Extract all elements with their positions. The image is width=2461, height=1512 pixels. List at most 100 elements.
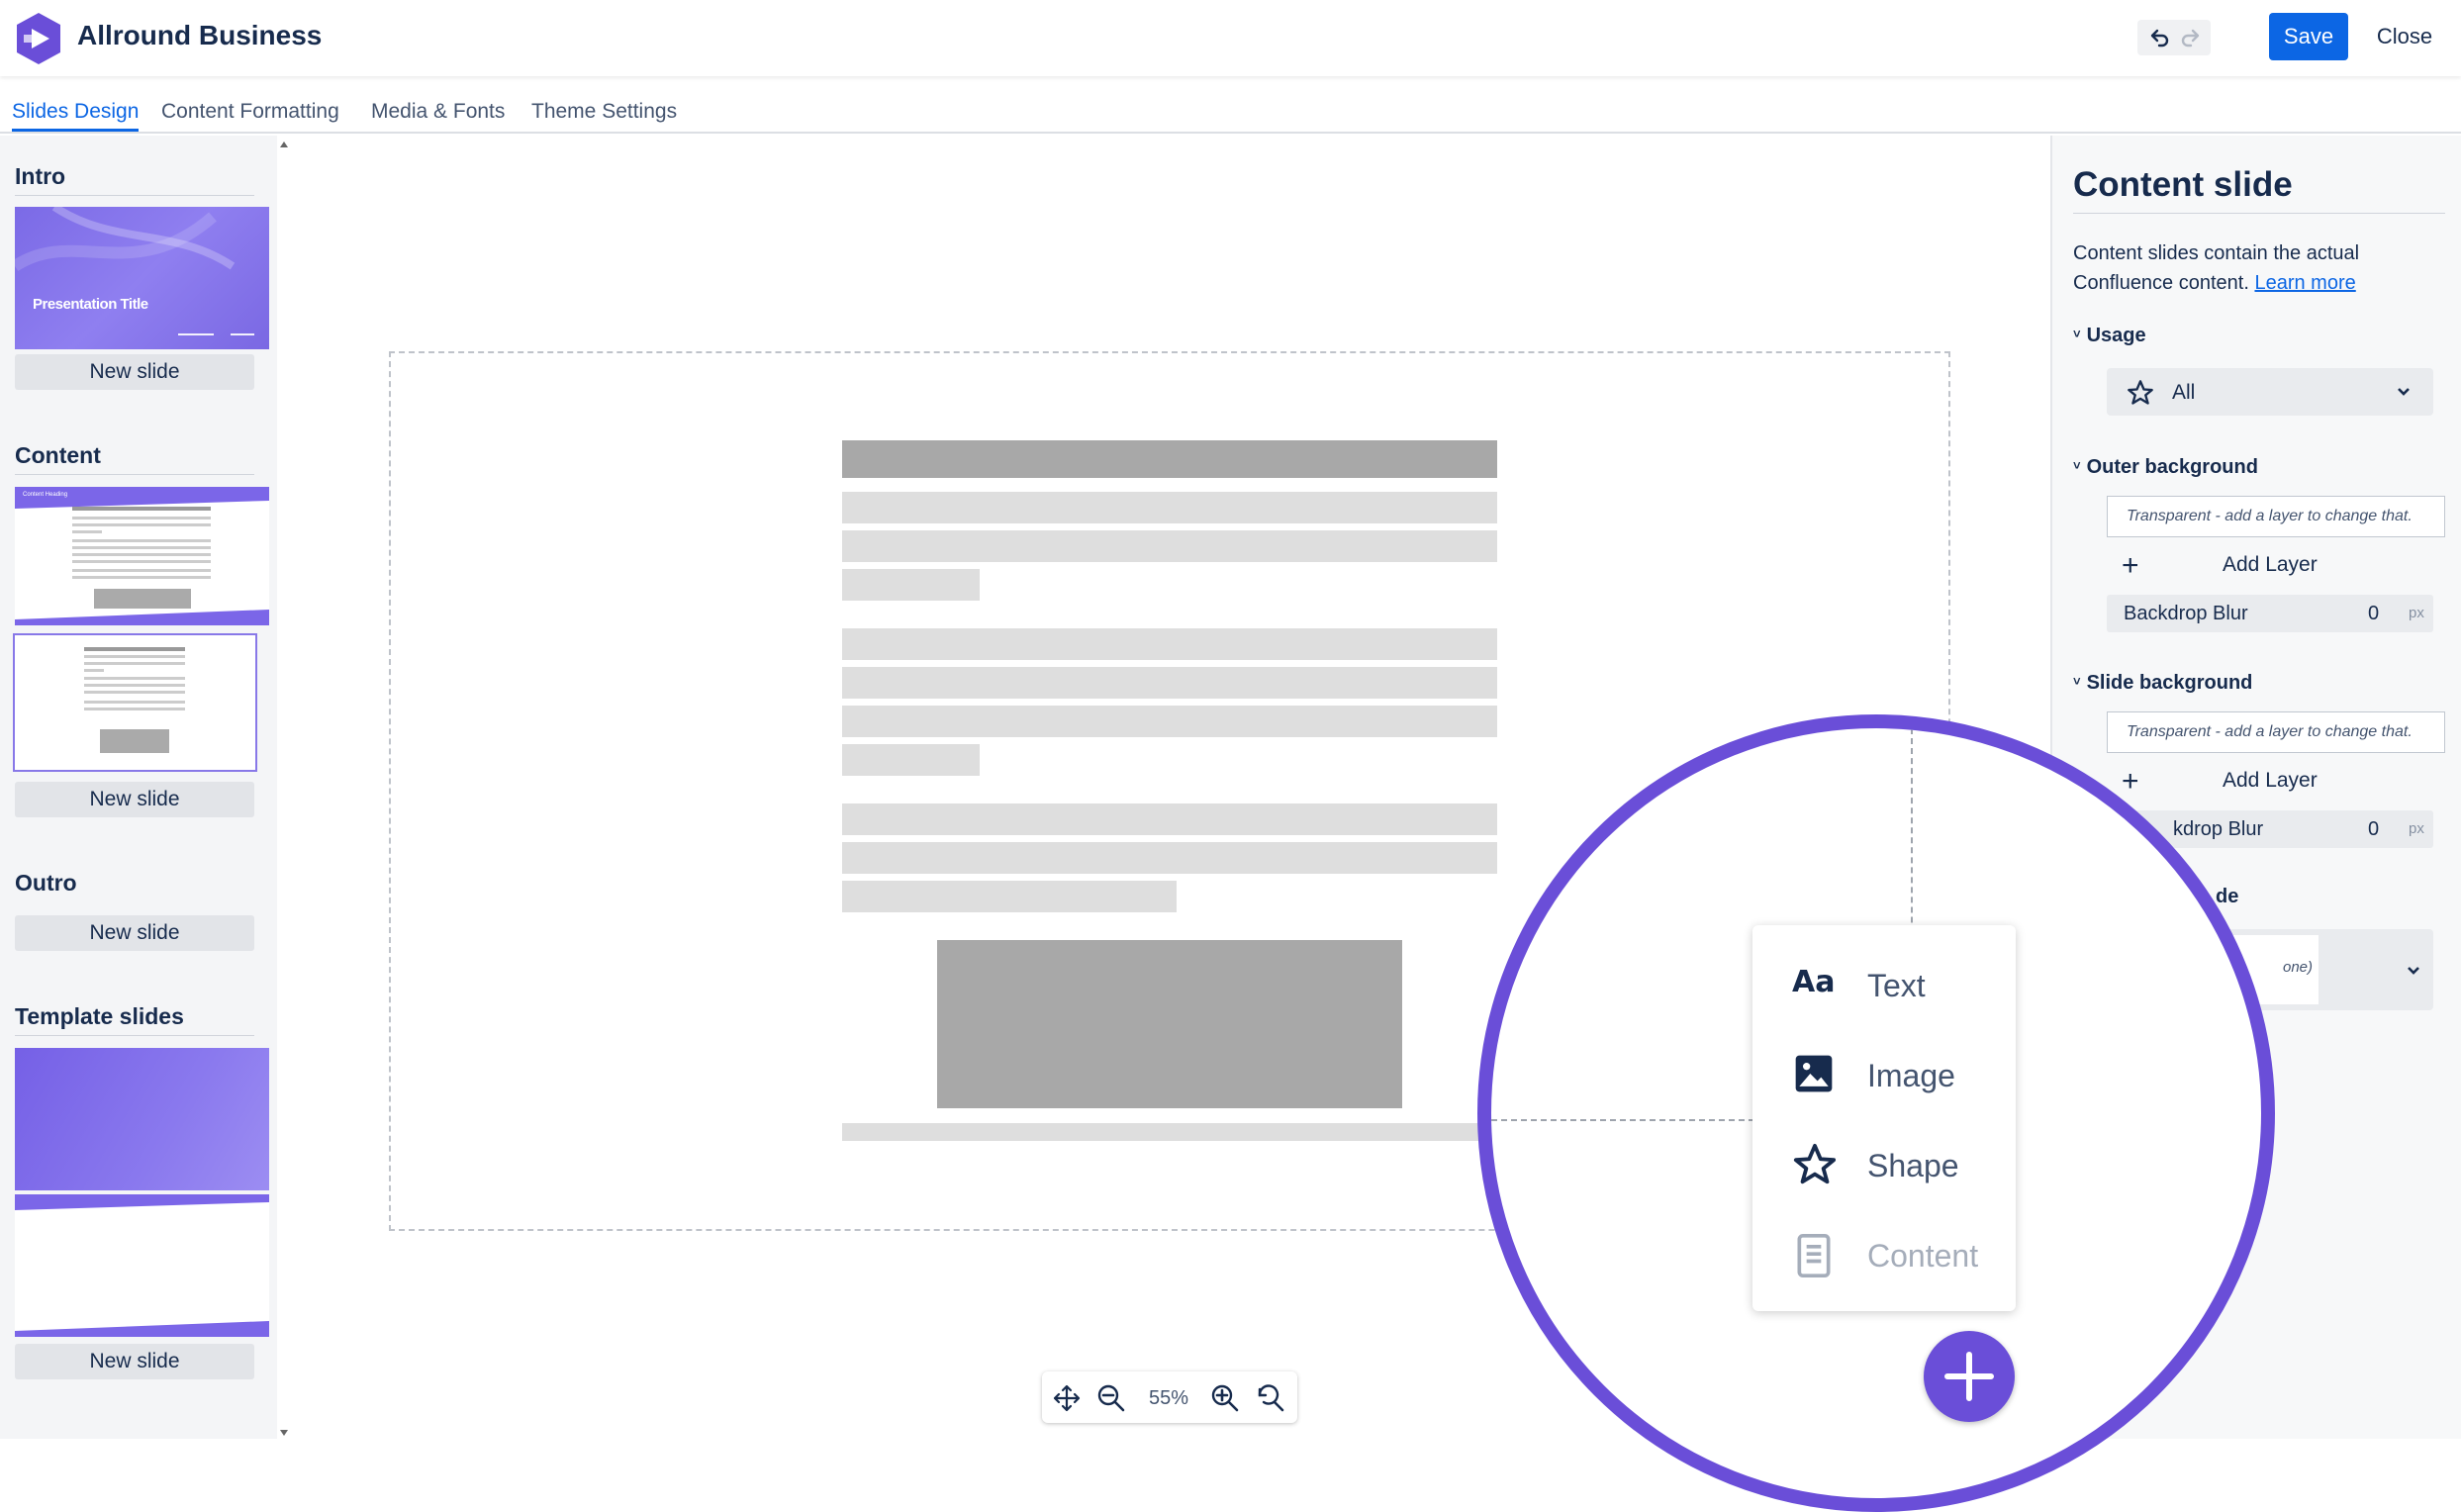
placeholder-image [937, 940, 1402, 1108]
section-header-slide-background[interactable]: ˅ Slide background [2073, 672, 2252, 695]
thumb-decoration [15, 207, 254, 335]
menu-item-shape[interactable]: Shape [1792, 1130, 2010, 1199]
usage-value: All [2172, 381, 2196, 404]
add-layer-label: Add Layer [2223, 769, 2318, 792]
section-header-outer-background[interactable]: ˅ Outer background [2073, 456, 2258, 479]
menu-item-text[interactable]: Aa Text [1792, 950, 2010, 1019]
tab-content-formatting[interactable]: Content Formatting [161, 100, 339, 124]
new-slide-button-intro[interactable]: New slide [15, 354, 254, 390]
section-header-usage[interactable]: ˅ Usage [2073, 325, 2146, 347]
template-thumbnail-banded[interactable] [15, 1194, 269, 1337]
zoom-level: 55% [1149, 1387, 1189, 1409]
panel-title: Content slide [2073, 165, 2293, 204]
save-button[interactable]: Save [2269, 13, 2348, 60]
scroll-up-icon[interactable] [278, 140, 290, 149]
placeholder-text-line [842, 706, 1497, 737]
section-title-intro: Intro [15, 163, 66, 189]
panel-divider [2073, 213, 2445, 214]
learn-more-link[interactable]: Learn more [2254, 272, 2355, 294]
document-icon [1797, 1234, 1831, 1277]
section-title-partial: de [2216, 886, 2239, 907]
slide-background-note: Transparent - add a layer to change that… [2107, 711, 2445, 753]
placeholder-text-line [842, 569, 980, 601]
placeholder-text-line [842, 744, 980, 776]
pan-move-icon[interactable] [1052, 1383, 1082, 1413]
panel-description: Content slides contain the actual Conflu… [2073, 238, 2449, 298]
outer-background-note: Transparent - add a layer to change that… [2107, 496, 2445, 537]
thumb-heading: Content Heading [23, 492, 68, 498]
blur-value[interactable]: 0 [2368, 818, 2379, 841]
placeholder-text-line [842, 842, 1497, 874]
blur-label: Backdrop Blur [2124, 603, 2248, 624]
blur-value[interactable]: 0 [2368, 603, 2379, 625]
thumb-layout [84, 647, 185, 753]
section-title: Usage [2086, 325, 2146, 346]
backdrop-blur-field-outer[interactable]: Backdrop Blur 0 px [2107, 595, 2433, 632]
plus-icon: + [2122, 765, 2139, 798]
thumb-title: Presentation Title [33, 296, 148, 313]
undo-icon[interactable] [2147, 27, 2171, 48]
zoom-reset-icon[interactable] [1256, 1383, 1285, 1413]
usage-select[interactable]: All [2107, 368, 2433, 416]
zoom-in-icon[interactable] [1210, 1383, 1240, 1413]
chevron-down-icon: ˅ [2073, 327, 2081, 341]
thumb-layout [15, 487, 269, 625]
add-element-button[interactable] [1924, 1331, 2015, 1422]
thumb-layout [15, 1194, 269, 1337]
menu-item-label: Text [1867, 968, 1926, 1003]
app-title: Allround Business [77, 20, 323, 50]
svg-text:Aa: Aa [1792, 965, 1835, 999]
placeholder-caption [842, 1123, 1497, 1141]
sidebar-scrollbar[interactable] [278, 136, 290, 1439]
section-divider [15, 1035, 254, 1036]
chevron-down-icon: ˅ [2073, 674, 2081, 689]
placeholder-text-line [842, 881, 1177, 912]
chevron-down-icon: ˅ [2073, 458, 2081, 473]
add-layer-label: Add Layer [2223, 553, 2318, 576]
chevron-down-icon [2398, 388, 2410, 396]
scroll-down-icon[interactable] [278, 1428, 290, 1438]
slide-thumbnail-content-2[interactable] [13, 633, 257, 772]
slide-thumbnail-intro[interactable]: Presentation Title [15, 207, 269, 349]
template-thumbnail-gradient[interactable] [15, 1048, 269, 1190]
blur-label: kdrop Blur [2173, 818, 2264, 840]
close-button[interactable]: Close [2365, 13, 2444, 60]
zoom-toolbar: 55% [1042, 1371, 1297, 1423]
undo-redo-group [2137, 20, 2211, 55]
menu-item-label: Shape [1867, 1148, 1959, 1183]
text-aa-icon: Aa [1792, 965, 1835, 999]
placeholder-text-line [842, 530, 1497, 562]
app-header: Allround Business Save Close [0, 0, 2461, 76]
new-slide-button-template[interactable]: New slide [15, 1344, 254, 1379]
slides-sidebar: Intro Presentation Title New slide Conte… [0, 136, 277, 1439]
menu-item-image[interactable]: Image [1792, 1040, 2010, 1109]
tab-bar: Slides Design Content Formatting Media &… [0, 76, 2461, 134]
star-icon [2128, 380, 2153, 405]
redo-icon[interactable] [2179, 27, 2203, 48]
tab-media-fonts[interactable]: Media & Fonts [371, 100, 505, 124]
tab-slides-design[interactable]: Slides Design [12, 100, 139, 124]
insert-element-menu: Aa Text Image Shape Content [1752, 925, 2016, 1311]
tab-theme-settings[interactable]: Theme Settings [531, 100, 677, 124]
new-slide-button-content[interactable]: New slide [15, 782, 254, 817]
section-title-template-slides: Template slides [15, 1003, 184, 1029]
section-title: Slide background [2086, 672, 2253, 694]
section-divider [15, 474, 254, 475]
app-logo-icon [17, 13, 60, 64]
image-icon [1795, 1055, 1833, 1092]
slide-thumbnail-content-1[interactable]: Content Heading [15, 487, 269, 625]
section-title-content: Content [15, 442, 101, 468]
zoom-out-icon[interactable] [1096, 1383, 1126, 1413]
new-slide-button-outro[interactable]: New slide [15, 915, 254, 951]
placeholder-heading [842, 440, 1497, 478]
plus-icon [1944, 1352, 1994, 1401]
active-tab-indicator [12, 129, 139, 132]
menu-item-content[interactable]: Content [1792, 1220, 2010, 1289]
blur-unit: px [2409, 605, 2424, 621]
placeholder-text-line [842, 803, 1497, 835]
placeholder-text-line [842, 492, 1497, 523]
blur-unit: px [2409, 820, 2424, 837]
plus-icon: + [2122, 549, 2139, 582]
star-icon [1793, 1143, 1837, 1184]
partial-select-value: one) [2283, 959, 2314, 976]
